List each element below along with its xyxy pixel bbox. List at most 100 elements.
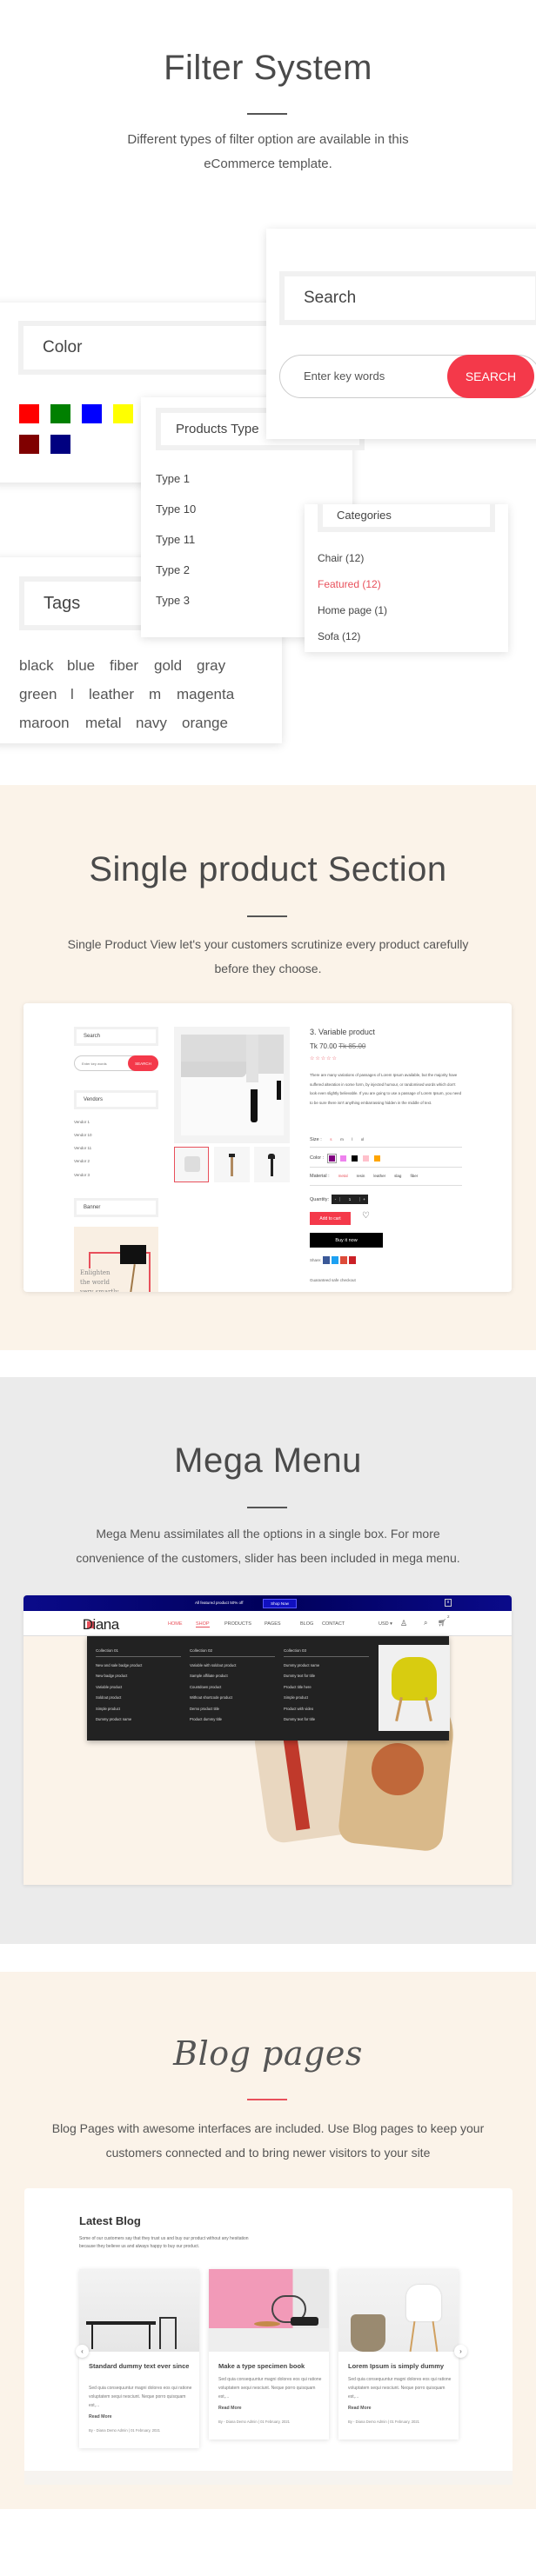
tag-blue[interactable]: blue: [67, 657, 95, 675]
add-to-cart-button[interactable]: Add to cart: [310, 1212, 351, 1225]
read-more-link[interactable]: Read More: [89, 2414, 112, 2420]
category-item[interactable]: Sofa (12): [318, 630, 360, 642]
vendor-item[interactable]: Vendor 10: [74, 1133, 92, 1137]
carousel-prev-button[interactable]: ‹: [76, 2345, 89, 2358]
material-option[interactable]: fiber: [410, 1174, 418, 1185]
size-option[interactable]: s: [330, 1137, 332, 1142]
color-option-purple[interactable]: [327, 1154, 338, 1163]
blog-post-title[interactable]: Make a type specimen book: [218, 2362, 322, 2371]
type-item[interactable]: Type 10: [156, 503, 196, 516]
pinterest-icon[interactable]: [349, 1256, 357, 1264]
color-option-orange[interactable]: [374, 1155, 381, 1162]
material-option[interactable]: metal: [338, 1174, 348, 1185]
quantity-plus-button[interactable]: +: [360, 1197, 368, 1201]
cart-icon[interactable]: 🛒︎: [438, 1619, 446, 1627]
product-main-image[interactable]: [174, 1027, 290, 1143]
mega-menu-product-image[interactable]: [379, 1645, 450, 1731]
material-option[interactable]: slag: [394, 1174, 401, 1185]
menu-link[interactable]: Dummy text for title: [284, 1674, 315, 1678]
type-item[interactable]: Type 11: [156, 533, 195, 546]
menu-link[interactable]: Variable with soldout product: [190, 1663, 236, 1667]
diana-logo[interactable]: ■Diana: [83, 1616, 119, 1634]
type-item[interactable]: Type 2: [156, 563, 190, 576]
tag-gray[interactable]: gray: [197, 657, 225, 675]
nav-home[interactable]: HOME: [168, 1621, 183, 1627]
menu-link[interactable]: Soldout product: [96, 1695, 121, 1700]
close-icon[interactable]: x: [445, 1599, 452, 1607]
sidebar-search-button[interactable]: SEARCH: [128, 1055, 158, 1071]
type-item[interactable]: Type 3: [156, 594, 190, 607]
menu-link[interactable]: Countdown product: [190, 1685, 221, 1689]
tag-m[interactable]: m: [149, 686, 161, 703]
search-icon[interactable]: ⌕: [424, 1619, 427, 1627]
shop-now-button[interactable]: Shop Now: [263, 1599, 297, 1608]
currency-selector[interactable]: USD ▾: [379, 1621, 392, 1627]
menu-link[interactable]: Sample affiliate product: [190, 1674, 228, 1678]
facebook-icon[interactable]: [323, 1256, 331, 1264]
blog-post-title[interactable]: Standard dummy text ever since: [89, 2362, 192, 2371]
color-swatch-navy[interactable]: [50, 435, 70, 454]
search-button[interactable]: SEARCH: [447, 355, 534, 398]
nav-products[interactable]: PRODUCTS: [224, 1621, 251, 1627]
tag-metal[interactable]: metal: [85, 715, 122, 732]
read-more-link[interactable]: Read More: [218, 2406, 242, 2411]
nav-shop[interactable]: SHOP: [196, 1621, 210, 1627]
menu-link[interactable]: Dummy product name: [284, 1663, 319, 1667]
category-item[interactable]: Chair (12): [318, 552, 364, 564]
quantity-input[interactable]: 1: [339, 1197, 361, 1201]
read-more-link[interactable]: Read More: [348, 2406, 372, 2411]
blog-card[interactable]: Lorem Ipsum is simply dummy Sed quia con…: [338, 2269, 459, 2440]
menu-link[interactable]: Product title here: [284, 1685, 312, 1689]
color-swatch-green[interactable]: [50, 404, 70, 423]
vendor-item[interactable]: Vendor 3: [74, 1173, 90, 1177]
type-item[interactable]: Type 1: [156, 472, 190, 485]
vendor-item[interactable]: Vendor 1: [74, 1120, 90, 1124]
menu-link[interactable]: Simple product: [96, 1707, 120, 1711]
menu-link[interactable]: Product dummy title: [190, 1717, 222, 1721]
menu-link[interactable]: Variable product: [96, 1685, 122, 1689]
color-option-black[interactable]: [352, 1155, 358, 1162]
tag-maroon[interactable]: maroon: [19, 715, 70, 732]
product-thumb-1[interactable]: [174, 1147, 209, 1182]
twitter-icon[interactable]: [332, 1256, 339, 1264]
tag-gold[interactable]: gold: [154, 657, 182, 675]
nav-pages[interactable]: PAGES: [265, 1621, 281, 1627]
menu-link[interactable]: Dummy text for title: [284, 1717, 315, 1721]
color-swatch-yellow[interactable]: [113, 404, 133, 423]
product-thumb-3[interactable]: [254, 1147, 290, 1182]
color-swatch-blue[interactable]: [82, 404, 102, 423]
menu-link[interactable]: Dummy product name: [96, 1717, 131, 1721]
google-plus-icon[interactable]: [340, 1256, 348, 1264]
tag-navy[interactable]: navy: [136, 715, 167, 732]
color-option-violet[interactable]: [340, 1155, 347, 1162]
blog-image-pink-room[interactable]: [209, 2269, 329, 2352]
tag-black[interactable]: black: [19, 657, 54, 675]
product-thumb-2[interactable]: [214, 1147, 250, 1182]
size-option[interactable]: m: [340, 1137, 344, 1142]
menu-link[interactable]: Simple product: [284, 1695, 308, 1700]
wishlist-heart-icon[interactable]: ♡: [362, 1211, 370, 1221]
menu-link[interactable]: New and sale badge product: [96, 1663, 142, 1667]
menu-link[interactable]: New badge product: [96, 1674, 127, 1678]
blog-post-title[interactable]: Lorem Ipsum is simply dummy: [348, 2362, 452, 2371]
menu-link[interactable]: Product with video: [284, 1707, 313, 1711]
tag-l[interactable]: l: [70, 686, 74, 703]
tag-orange[interactable]: orange: [182, 715, 228, 732]
nav-contact[interactable]: CONTACT: [322, 1621, 345, 1627]
menu-link[interactable]: Demo product title: [190, 1707, 219, 1711]
category-item-active[interactable]: Featured (12): [318, 578, 381, 590]
blog-image-dining[interactable]: [79, 2269, 199, 2352]
blog-card[interactable]: Standard dummy text ever since Sed quia …: [79, 2269, 199, 2448]
quantity-minus-button[interactable]: -: [332, 1197, 339, 1201]
color-swatch-red[interactable]: [19, 404, 39, 423]
tag-fiber[interactable]: fiber: [110, 657, 138, 675]
tag-green[interactable]: green: [19, 686, 57, 703]
tag-leather[interactable]: leather: [89, 686, 134, 703]
buy-now-button[interactable]: Buy it now: [310, 1233, 383, 1248]
material-option[interactable]: leather: [373, 1174, 385, 1185]
blog-image-white-chair[interactable]: [338, 2269, 459, 2352]
size-option[interactable]: xl: [361, 1137, 364, 1142]
banner-image[interactable]: Enlighten the world very smartly: [74, 1227, 158, 1292]
color-swatch-maroon[interactable]: [19, 435, 39, 454]
blog-card[interactable]: Make a type specimen book Sed quia conse…: [209, 2269, 329, 2440]
